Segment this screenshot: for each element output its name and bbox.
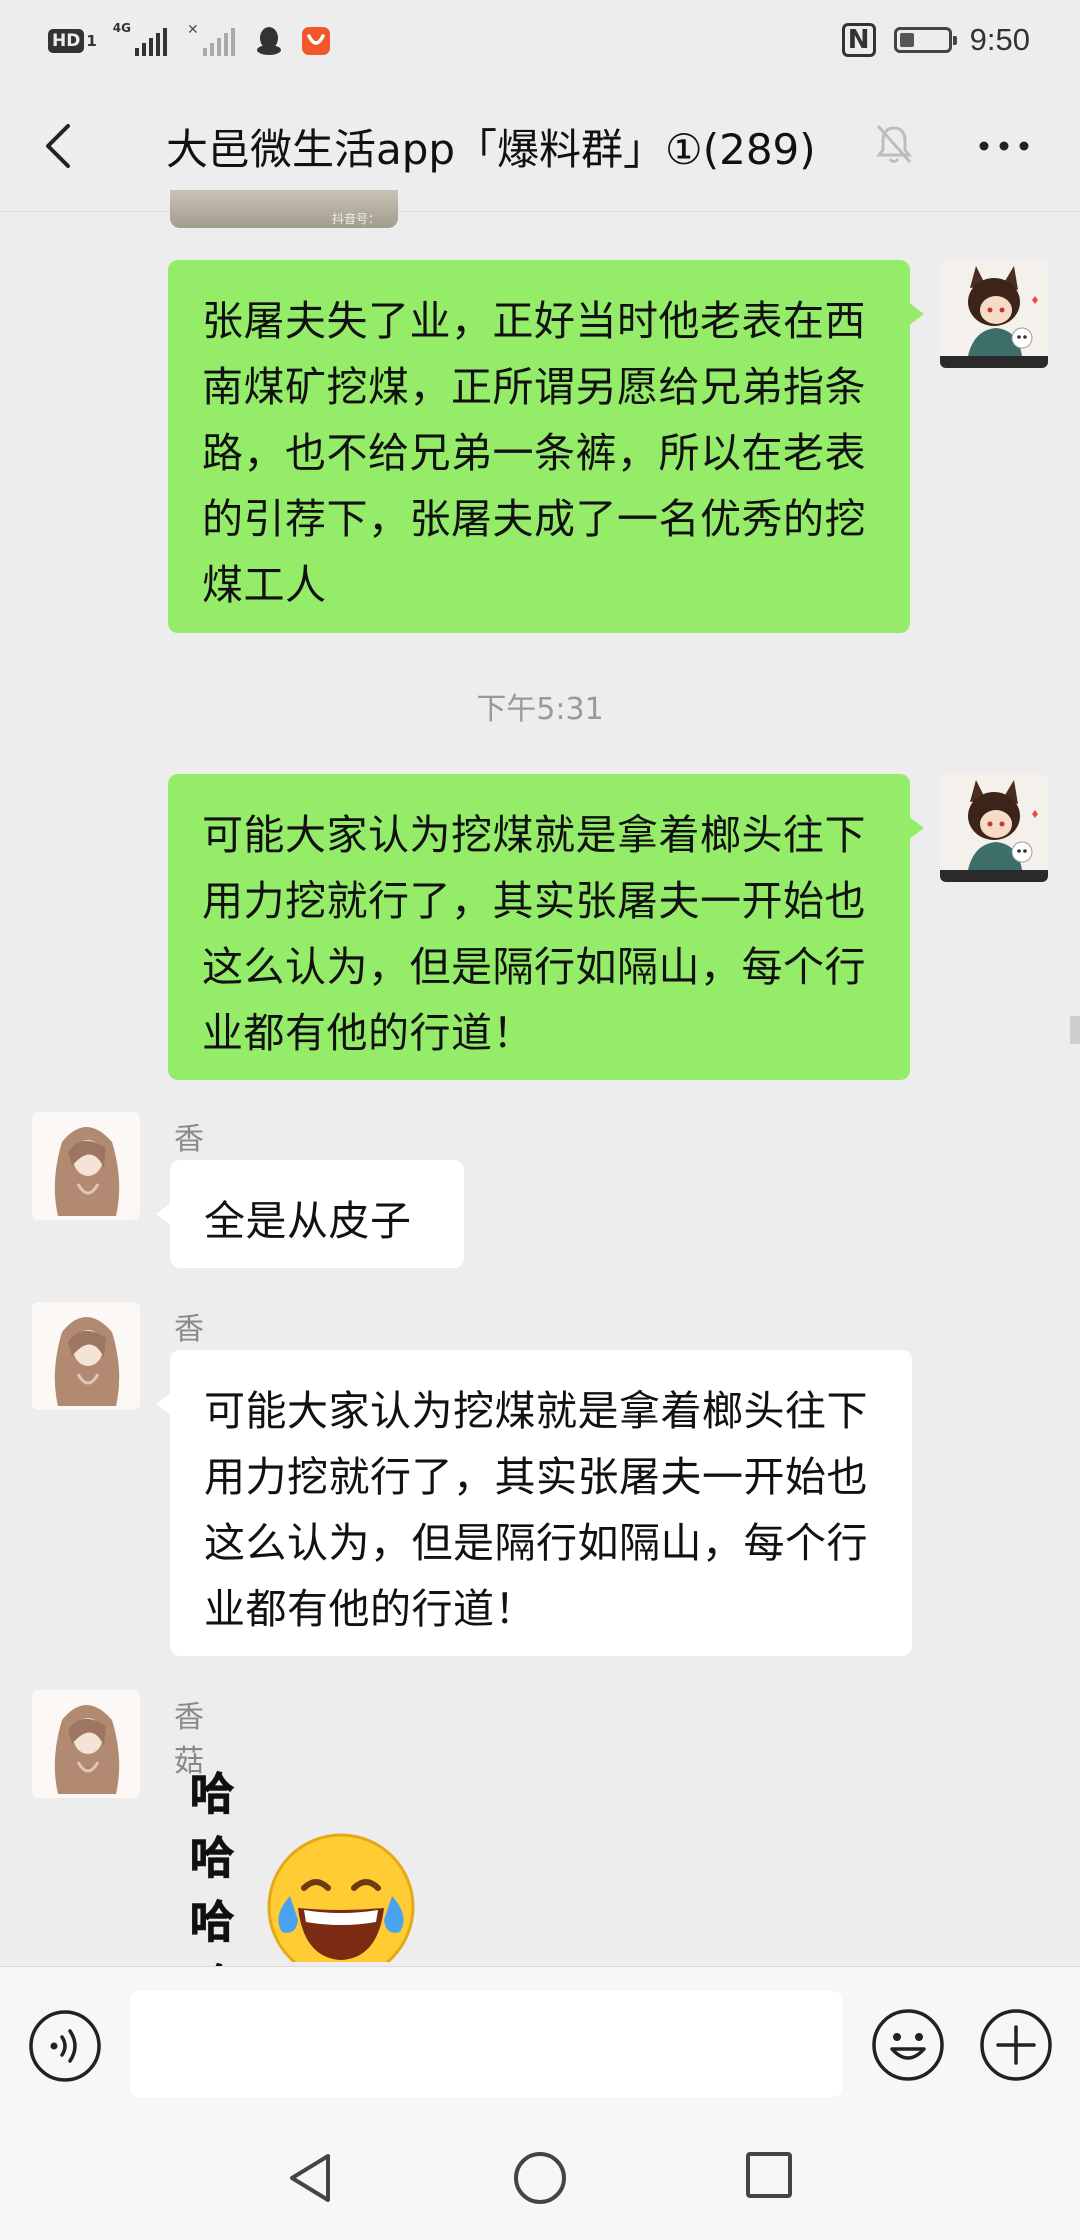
my-avatar[interactable] xyxy=(940,260,1048,368)
app-notification-icon xyxy=(301,27,330,55)
chat-header: 大邑微生活app「爆料群」①(289) xyxy=(0,80,1080,212)
signal-icon xyxy=(134,26,167,56)
voice-icon[interactable] xyxy=(28,2009,102,2083)
sender-avatar[interactable] xyxy=(32,1690,140,1798)
hd-badge: HD xyxy=(48,29,85,53)
message-bubble[interactable]: 全是从皮子 xyxy=(156,1160,464,1268)
more-icon[interactable] xyxy=(976,126,1032,166)
message-bubble[interactable]: 张屠夫失了业，正好当时他老表在西南煤矿挖煤，正所谓另愿给兄弟指条路，也不给兄弟一… xyxy=(168,260,924,633)
back-arrow-icon[interactable] xyxy=(36,120,80,172)
emoji-icon[interactable] xyxy=(870,2007,946,2083)
status-bar: HD 1 4G ✕ N 9:50 xyxy=(0,0,1080,80)
network-type: 4G xyxy=(112,21,131,35)
previous-image-message[interactable]: 抖音号： xyxy=(170,190,398,228)
status-left: HD 1 4G ✕ xyxy=(48,22,343,60)
nav-recent-icon[interactable] xyxy=(744,2150,794,2200)
status-right: N 9:50 xyxy=(841,20,1030,60)
hd-sub-label: 1 xyxy=(86,32,97,50)
signal-2-icon xyxy=(202,26,235,56)
message-input[interactable] xyxy=(130,1991,842,2097)
chat-title: 大邑微生活app「爆料群」①(289) xyxy=(166,124,816,174)
qq-icon xyxy=(256,27,281,55)
nav-home-icon[interactable] xyxy=(512,2150,568,2206)
message-bubble[interactable]: 可能大家认为挖煤就是拿着榔头往下用力挖就行了，其实张屠夫一开始也这么认为，但是隔… xyxy=(168,774,924,1080)
status-time: 9:50 xyxy=(969,22,1030,57)
sender-avatar[interactable] xyxy=(32,1112,140,1220)
my-avatar[interactable] xyxy=(940,774,1048,882)
plus-icon[interactable] xyxy=(978,2007,1054,2083)
laughing-tears-emoji-icon[interactable] xyxy=(266,1832,416,1962)
battery-fill xyxy=(899,33,914,47)
nfc-icon: N xyxy=(841,23,876,57)
sender-avatar[interactable] xyxy=(32,1302,140,1410)
message-timestamp: 下午5:31 xyxy=(476,692,604,727)
nav-back-icon[interactable] xyxy=(284,2150,336,2206)
input-bar xyxy=(0,1966,1080,2104)
bell-muted-icon xyxy=(875,125,913,163)
system-nav-bar xyxy=(0,2104,1080,2240)
no-signal-mark-icon: ✕ xyxy=(186,22,199,38)
battery-icon xyxy=(893,27,957,53)
scroll-indicator[interactable] xyxy=(1070,1016,1080,1044)
message-bubble[interactable]: 可能大家认为挖煤就是拿着榔头往下用力挖就行了，其实张屠夫一开始也这么认为，但是隔… xyxy=(156,1350,912,1656)
